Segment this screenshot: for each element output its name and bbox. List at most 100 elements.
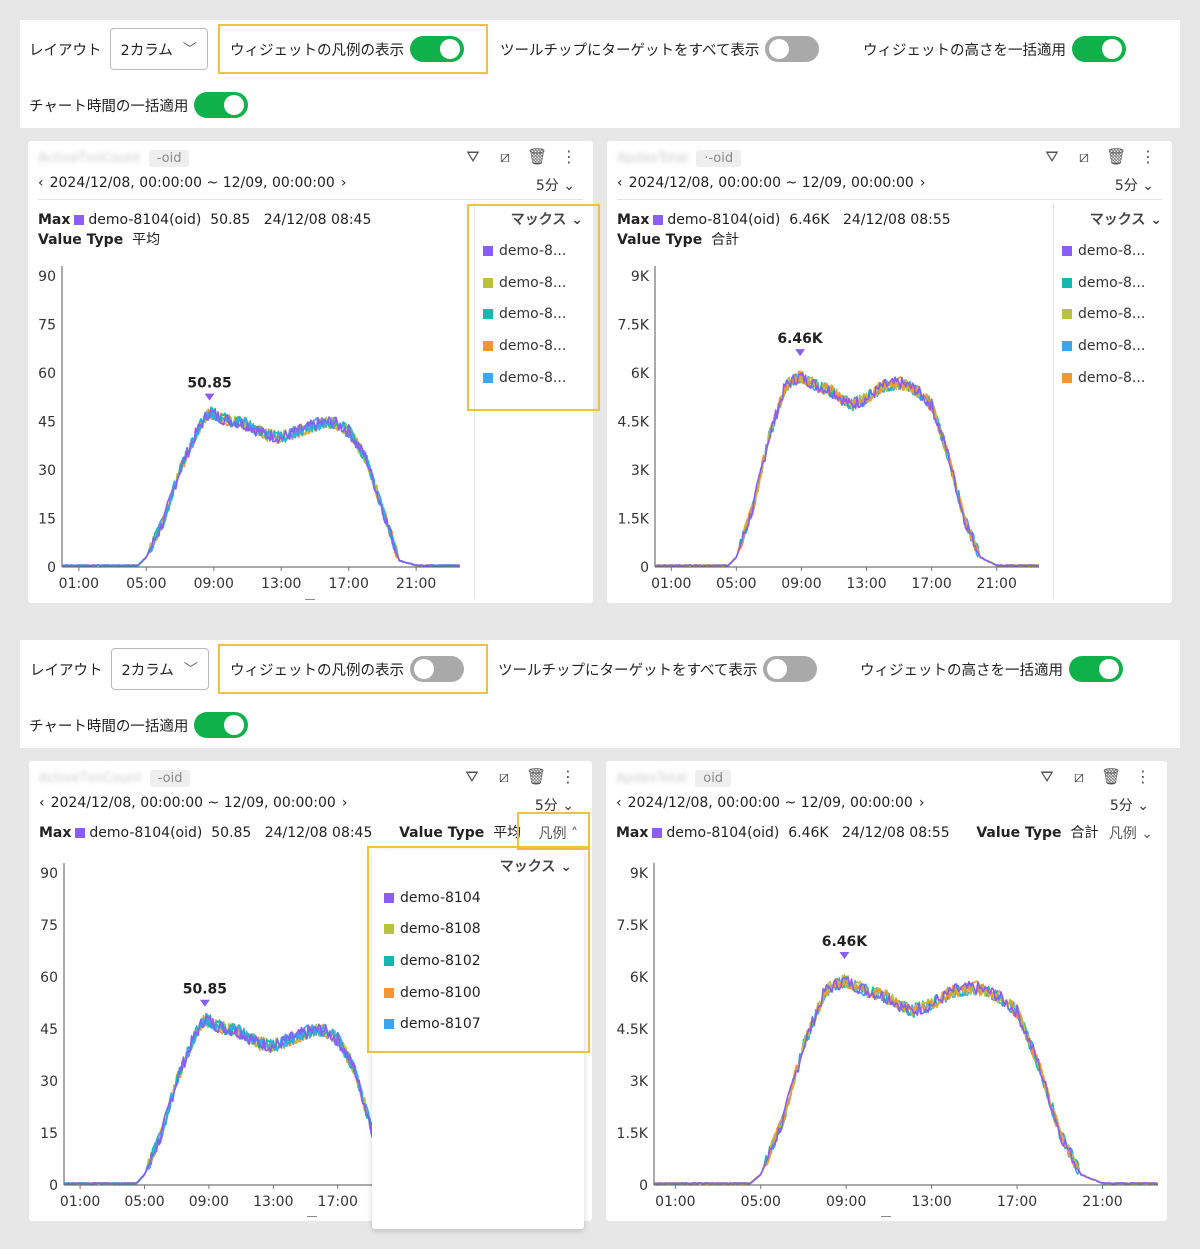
y-tick-label: 4.5K [618,415,650,431]
more-icon[interactable]: ⋮ [1138,147,1158,167]
time-toggle-label: チャート時間の一括適用 [29,98,189,115]
x-tick-label: 21:00 [1082,1194,1122,1210]
legend-item[interactable]: demo-8... [1062,330,1172,362]
legend-sort[interactable]: マックス ⌄ [483,209,593,229]
x-tick-label: 01:00 [655,1194,695,1210]
legend-item[interactable]: demo-8... [483,362,593,394]
resize-handle[interactable] [881,1216,891,1217]
height-toggle[interactable] [1072,36,1126,62]
interval-value: 5分 [1114,178,1138,194]
interval-select[interactable]: 5分 ⌄ [536,175,575,195]
max-label: 50.85 [183,982,227,998]
chart-icon[interactable]: ⧄ [1074,147,1094,167]
y-tick-label: 6K [630,970,649,986]
legend-item[interactable]: demo-8... [1062,267,1172,299]
legend-item[interactable]: demo-8... [483,298,593,330]
y-tick-label: 1.5K [617,1126,649,1142]
legend-item[interactable]: demo-8102 [384,945,584,977]
legend-toggle[interactable] [410,36,464,62]
max-marker [795,349,806,357]
legend-item[interactable]: demo-8104 [384,882,584,914]
legend-item[interactable]: demo-8... [483,235,593,267]
legend-sort[interactable]: マックス ⌄ [1062,209,1172,229]
line-chart: 0 1.5K 3K 4.5K 6K 7.5K 9K 01:00 05:00 09:00 13:00 1… [618,266,1039,592]
legend-item[interactable]: demo-8... [483,267,593,299]
chevron-down-icon: ﹀ [182,42,197,58]
settings-panel-bottom: レイアウト 2カラム ﹀ ウィジェットの凡例の表示 ツールチップにターゲットをすべ… [20,640,1180,748]
x-tick-label: 21:00 [396,576,436,592]
more-icon[interactable]: ⋮ [559,147,579,167]
chart-icon[interactable]: ⧄ [495,147,515,167]
legend-item[interactable]: demo-8... [1062,298,1172,330]
x-tick-label: 17:00 [318,1194,358,1210]
tooltip-toggle-label: ツールチップにターゲットをすべて表示 [500,42,760,59]
legend-item[interactable]: demo-8108 [384,914,584,946]
widget-apdex-top: ApdexTotal ·-oid ⛛ ⧄ 🗑 ⋮ ‹ 2024/12/08, 00:00:… [607,141,1172,603]
line-chart: 0 15 30 45 60 75 90 01:00 05:00 09:00 13:00 17:00 21… [38,266,460,592]
y-tick-label: 3K [631,463,650,479]
y-tick-label: 90 [40,866,58,882]
x-tick-label: 05:00 [126,576,166,592]
legend-swatch [384,987,394,998]
tooltip-toggle-control: ツールチップにターゲットをすべて表示 [500,34,820,64]
legend-sort-label: マックス [499,859,556,875]
legend-item[interactable]: demo-8100 [384,977,584,1009]
legend-sort[interactable]: マックス ⌄ [372,850,584,876]
y-tick-label: 7.5K [617,918,649,934]
interval-value: 5分 [535,178,559,194]
series-group [654,974,1158,1185]
x-tick-label: 21:00 [977,576,1017,592]
y-tick-label: 15 [38,512,56,528]
series-group [655,370,1039,567]
y-tick-label: 30 [38,463,56,479]
y-tick-label: 75 [38,318,56,334]
legend-item[interactable]: demo-8107 [384,1008,584,1040]
legend-sort-label: マックス [1089,212,1146,228]
legend-toggle-label: ウィジェットの凡例の表示 [230,42,404,59]
legend-toggle-label: ウィジェットの凡例の表示 [230,662,404,679]
y-tick-label: 60 [38,366,56,382]
legend-item[interactable]: demo-8... [483,330,593,362]
x-tick-label: 01:00 [59,576,99,592]
time-toggle[interactable] [194,92,249,118]
tooltip-toggle[interactable] [765,36,820,62]
tooltip-toggle-label: ツールチップにターゲットをすべて表示 [498,662,758,679]
legend: マックス ⌄ demo-8... demo-8... demo-8... demo-8… [483,209,593,393]
y-tick-label: 75 [40,918,58,934]
legend-swatch [483,372,493,383]
trash-icon[interactable]: 🗑 [1106,147,1126,167]
y-tick-label: 90 [38,269,56,285]
legend-swatch [483,340,493,351]
resize-handle[interactable] [307,1216,317,1217]
resize-handle[interactable] [305,599,315,600]
layout-select[interactable]: 2カラム ﹀ [110,648,209,690]
legend-divider [474,203,475,598]
time-toggle[interactable] [194,712,249,738]
legend-toggle[interactable] [410,656,464,682]
legend-swatch [384,924,394,935]
trash-icon[interactable]: 🗑 [527,147,547,167]
legend-item[interactable]: demo-8... [1062,235,1172,267]
y-tick-label: 9K [631,269,650,285]
layout-control: レイアウト 2カラム ﹀ [30,648,209,690]
x-tick-label: 01:00 [651,576,691,592]
y-tick-label: 60 [40,970,58,986]
height-toggle[interactable] [1069,656,1123,682]
interval-select[interactable]: 5分 ⌄ [1115,175,1154,195]
height-toggle-label: ウィジェットの高さを一括適用 [863,42,1066,59]
layout-select[interactable]: 2カラム ﹀ [109,28,208,70]
time-toggle-control: チャート時間の一括適用 [29,90,249,120]
legend-swatch [1062,340,1072,351]
x-tick-label: 09:00 [781,576,821,592]
y-tick-label: 7.5K [618,318,650,334]
widget-toolbar: ⛛ ⧄ 🗑 ⋮ [463,147,579,167]
legend-label: demo-8... [1078,337,1146,354]
max-label: 50.85 [187,376,231,392]
y-tick-label: 0 [47,560,56,576]
layout-control: レイアウト 2カラム ﹀ [29,28,208,70]
tooltip-toggle[interactable] [763,656,818,682]
legend-item[interactable]: demo-8... [1062,362,1172,394]
height-toggle-control: ウィジェットの高さを一括適用 [863,34,1126,64]
legend-label: demo-8... [1078,369,1146,386]
series-line-demo-8104 [655,372,1039,567]
